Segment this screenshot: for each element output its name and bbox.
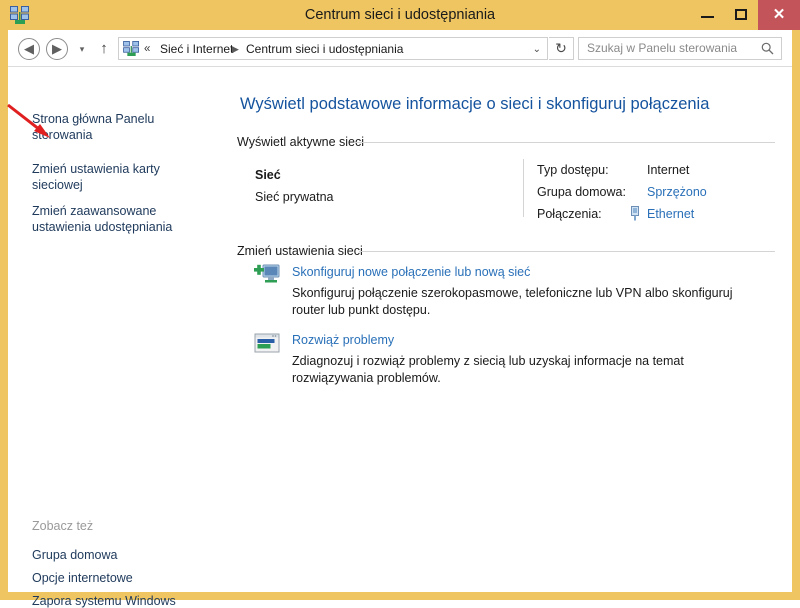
recent-locations-button[interactable]: ▾ [76,44,88,54]
left-navigation-pane: Strona główna Panelu sterowania Zmień us… [8,67,220,608]
troubleshoot-icon [253,331,281,357]
sidebar-item-windows-firewall[interactable]: Zapora systemu Windows [32,594,176,608]
vertical-divider [523,159,524,217]
detail-label-homegroup: Grupa domowa: [537,185,626,199]
arrow-up-icon: ↑ [100,40,108,57]
detail-label-access-type: Typ dostępu: [537,163,609,177]
minimize-button[interactable] [690,0,724,30]
detail-value-access-type: Internet [647,163,690,177]
network-icon [123,41,140,56]
close-button[interactable]: ✕ [758,0,800,30]
breadcrumb-separator-icon: ▶ [232,44,239,54]
page-title: Wyświetl podstawowe informacje o sieci i… [240,95,710,113]
maximize-button[interactable] [724,0,758,30]
active-network-name: Sieć [255,168,281,182]
sidebar-item-internet-options[interactable]: Opcje internetowe [32,571,133,585]
address-bar[interactable]: « Sieć i Internet ▶ Centrum sieci i udos… [118,37,548,60]
minimize-icon [701,16,714,18]
breadcrumb-item-network-internet[interactable]: Sieć i Internet [160,40,233,59]
section-header-change-network-settings: Zmień ustawienia sieci [237,244,363,258]
task-link-troubleshoot-problems[interactable]: Rozwiąż problemy [292,333,394,347]
refresh-icon: ↻ [555,40,567,56]
see-also-label: Zobacz też [32,519,94,533]
new-connection-icon [253,263,281,289]
title-bar[interactable]: Centrum sieci i udostępniania ✕ [0,0,800,30]
sidebar-item-change-advanced-sharing-settings[interactable]: Zmień zaawansowane ustawienia udostępnia… [32,203,180,235]
breadcrumb-overflow-icon[interactable]: « [144,40,150,59]
breadcrumb-item-current[interactable]: Centrum sieci i udostępniania [246,40,403,59]
forward-arrow-icon: ▶ [52,41,62,56]
application-window: Centrum sieci i udostępniania ✕ ◀ ▶ ▾ ↑ [0,0,800,608]
back-button[interactable]: ◀ [18,38,40,60]
detail-label-connections: Połączenia: [537,207,602,221]
sidebar-item-homegroup[interactable]: Grupa domowa [32,548,117,562]
sidebar-item-change-adapter-settings[interactable]: Zmień ustawienia karty sieciowej [32,161,180,193]
main-content-pane: Wyświetl podstawowe informacje o sieci i… [220,67,792,592]
close-icon: ✕ [772,6,786,23]
refresh-button[interactable]: ↻ [549,37,574,60]
ethernet-icon [630,206,640,221]
back-arrow-icon: ◀ [24,41,34,56]
detail-link-homegroup[interactable]: Sprzężono [647,185,707,199]
task-description-setup-new-connection: Skonfiguruj połączenie szerokopasmowe, t… [292,286,733,317]
search-placeholder: Szukaj w Panelu sterowania [587,41,738,55]
active-network-type: Sieć prywatna [255,190,334,204]
maximize-icon [735,9,747,20]
section-header-active-networks: Wyświetl aktywne sieci [237,135,365,149]
search-input[interactable]: Szukaj w Panelu sterowania [578,37,782,60]
address-dropdown-icon[interactable]: ⌄ [533,40,541,59]
navigation-bar: ◀ ▶ ▾ ↑ « Sieć i Internet ▶ Centrum siec… [8,30,792,67]
forward-button[interactable]: ▶ [46,38,68,60]
task-description-troubleshoot-problems: Zdiagnozuj i rozwiąż problemy z siecią l… [292,354,684,385]
sidebar-item-control-panel-home[interactable]: Strona główna Panelu sterowania [32,111,180,143]
search-icon [761,42,774,55]
section-divider [359,251,775,252]
task-link-setup-new-connection[interactable]: Skonfiguruj nowe połączenie lub nową sie… [292,265,530,279]
section-divider [355,142,775,143]
window-client-area: ◀ ▶ ▾ ↑ « Sieć i Internet ▶ Centrum siec… [8,30,792,608]
detail-link-ethernet[interactable]: Ethernet [647,207,694,221]
up-button[interactable]: ↑ [96,39,112,59]
chevron-down-icon: ▾ [79,44,85,54]
window-title: Centrum sieci i udostępniania [304,7,496,23]
